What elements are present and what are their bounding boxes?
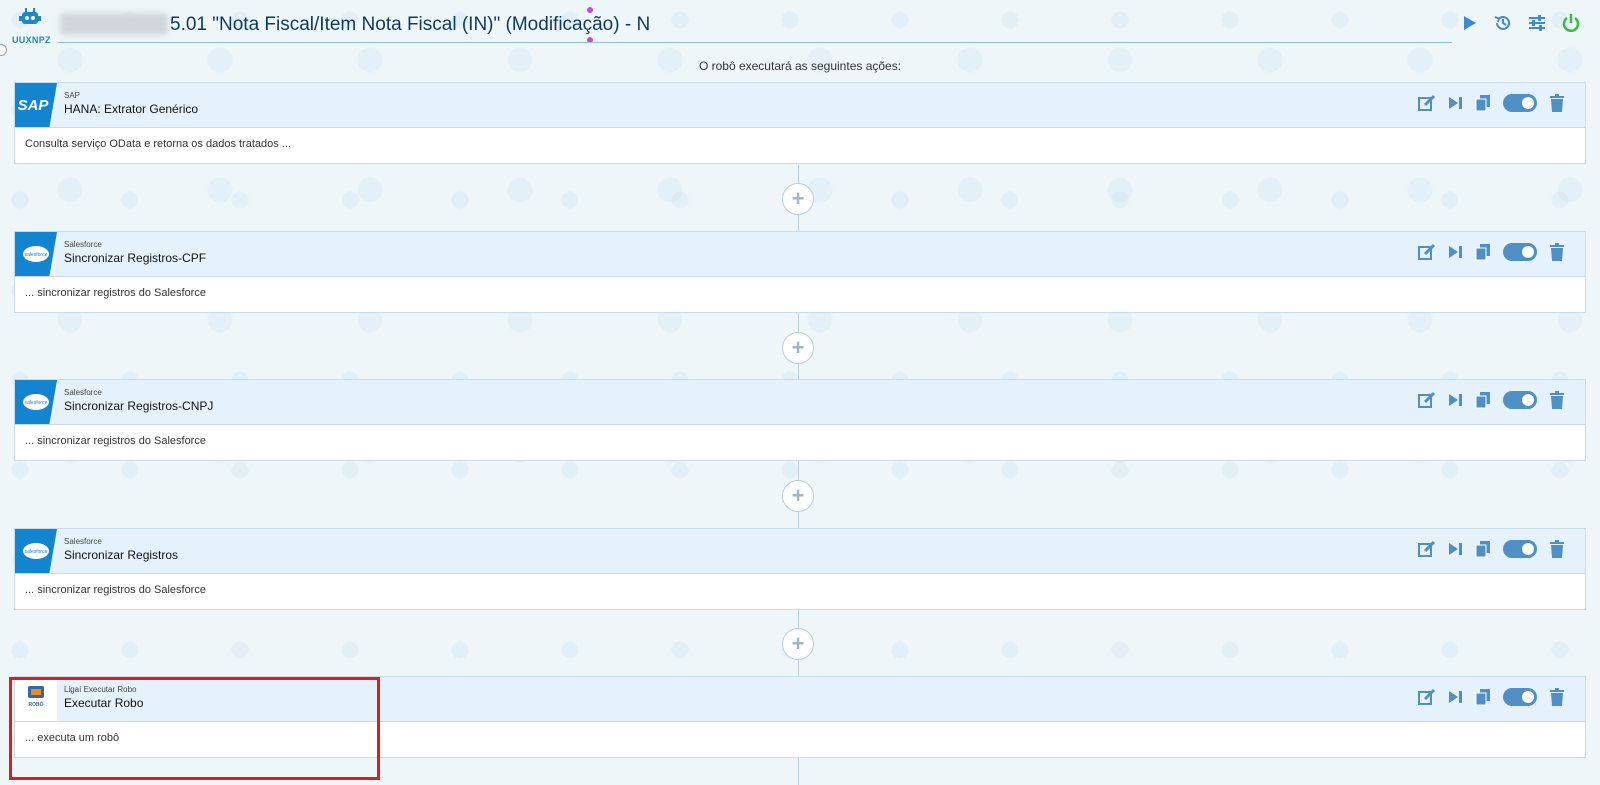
action-provider: Salesforce xyxy=(64,537,102,546)
settings-sliders-icon[interactable] xyxy=(1526,12,1548,34)
toggle-switch[interactable] xyxy=(1503,391,1537,409)
play-icon[interactable] xyxy=(1458,12,1480,34)
blurred-robot-name xyxy=(60,13,168,35)
copy-icon[interactable] xyxy=(1473,93,1493,113)
top-bar: UUXNPZ 5.01 "Nota Fiscal/Item Nota Fisca… xyxy=(0,0,1600,56)
action-description: Consulta serviço OData e retorna os dado… xyxy=(25,138,291,150)
trash-icon[interactable] xyxy=(1547,539,1567,559)
action-name: Sincronizar Registros xyxy=(64,548,179,562)
action-card: SAP SAP HANA: Extrator Genérico Consulta… xyxy=(14,82,1586,164)
action-card-tools xyxy=(1417,242,1567,262)
plus-icon: + xyxy=(791,483,805,508)
robot-code: UUXNPZ xyxy=(12,35,51,45)
toggle-switch[interactable] xyxy=(1503,688,1537,706)
action-description: ... sincronizar registros do Salesforce xyxy=(25,435,206,447)
toggle-knob xyxy=(1522,394,1534,406)
edit-icon[interactable] xyxy=(1417,93,1437,113)
action-card-tools xyxy=(1417,390,1567,410)
robot-icon xyxy=(19,8,41,24)
trash-icon[interactable] xyxy=(1547,390,1567,410)
action-card-tools xyxy=(1417,93,1567,113)
toggle-switch[interactable] xyxy=(1503,243,1537,261)
toggle-knob xyxy=(1522,543,1534,555)
step-forward-icon[interactable] xyxy=(1445,687,1465,707)
svg-text:salesforce: salesforce xyxy=(25,400,48,406)
plus-icon: + xyxy=(791,335,805,360)
add-action-button[interactable]: + xyxy=(782,183,814,215)
sap-logo: SAP xyxy=(15,83,57,127)
action-description: ... sincronizar registros do Salesforce xyxy=(25,287,206,299)
copy-icon[interactable] xyxy=(1473,390,1493,410)
toggle-knob xyxy=(1522,691,1534,703)
trash-icon[interactable] xyxy=(1547,687,1567,707)
salesforce-logo: salesforce xyxy=(15,232,57,276)
action-card: salesforce Salesforce Sincronizar Regist… xyxy=(14,379,1586,461)
action-provider: Salesforce xyxy=(64,388,102,397)
svg-text:salesforce: salesforce xyxy=(25,549,48,555)
robot-logo: UUXNPZ xyxy=(12,8,51,45)
action-name: HANA: Extrator Genérico xyxy=(64,102,199,116)
edit-icon[interactable] xyxy=(1417,539,1437,559)
add-action-button[interactable]: + xyxy=(782,332,814,364)
copy-icon[interactable] xyxy=(1473,687,1493,707)
svg-text:salesforce: salesforce xyxy=(25,252,48,258)
trash-icon[interactable] xyxy=(1547,242,1567,262)
title-underline xyxy=(58,42,1452,43)
title-handle-top xyxy=(587,7,593,13)
toggle-switch[interactable] xyxy=(1503,94,1537,112)
highlight-box xyxy=(9,677,380,780)
action-card: salesforce Salesforce Sincronizar Regist… xyxy=(14,231,1586,313)
step-forward-icon[interactable] xyxy=(1445,242,1465,262)
action-card-tools xyxy=(1417,539,1567,559)
action-description: ... sincronizar registros do Salesforce xyxy=(25,584,206,596)
action-card-header[interactable]: SAP SAP HANA: Extrator Genérico xyxy=(15,83,1585,128)
sap-logo-text: SAP xyxy=(17,96,49,114)
page-title[interactable]: 5.01 "Nota Fiscal/Item Nota Fiscal (IN)"… xyxy=(170,14,650,36)
action-card: salesforce Salesforce Sincronizar Regist… xyxy=(14,528,1586,610)
toggle-switch[interactable] xyxy=(1503,540,1537,558)
top-toolbar xyxy=(1458,12,1582,34)
action-name: Sincronizar Registros-CNPJ xyxy=(64,399,214,413)
action-card-tools xyxy=(1417,687,1567,707)
copy-icon[interactable] xyxy=(1473,242,1493,262)
copy-icon[interactable] xyxy=(1473,539,1493,559)
history-icon[interactable] xyxy=(1492,12,1514,34)
edit-icon[interactable] xyxy=(1417,687,1437,707)
action-provider: Salesforce xyxy=(64,240,102,249)
step-forward-icon[interactable] xyxy=(1445,539,1465,559)
action-card-header[interactable]: salesforce Salesforce Sincronizar Regist… xyxy=(15,380,1585,425)
step-forward-icon[interactable] xyxy=(1445,93,1465,113)
step-forward-icon[interactable] xyxy=(1445,390,1465,410)
action-card-header[interactable]: salesforce Salesforce Sincronizar Regist… xyxy=(15,529,1585,574)
toggle-knob xyxy=(1522,97,1534,109)
edit-icon[interactable] xyxy=(1417,390,1437,410)
action-name: Sincronizar Registros-CPF xyxy=(64,251,207,265)
power-icon[interactable] xyxy=(1560,12,1582,34)
actions-subtitle: O robô executará as seguintes ações: xyxy=(698,59,902,73)
edit-icon[interactable] xyxy=(1417,242,1437,262)
plus-icon: + xyxy=(791,631,805,656)
add-action-button[interactable]: + xyxy=(782,480,814,512)
toggle-knob xyxy=(1522,246,1534,258)
salesforce-logo: salesforce xyxy=(15,529,57,573)
salesforce-logo: salesforce xyxy=(15,380,57,424)
action-provider: SAP xyxy=(64,91,81,100)
trash-icon[interactable] xyxy=(1547,93,1567,113)
plus-icon: + xyxy=(791,186,805,211)
add-action-button[interactable]: + xyxy=(782,628,814,660)
action-card-header[interactable]: salesforce Salesforce Sincronizar Regist… xyxy=(15,232,1585,277)
